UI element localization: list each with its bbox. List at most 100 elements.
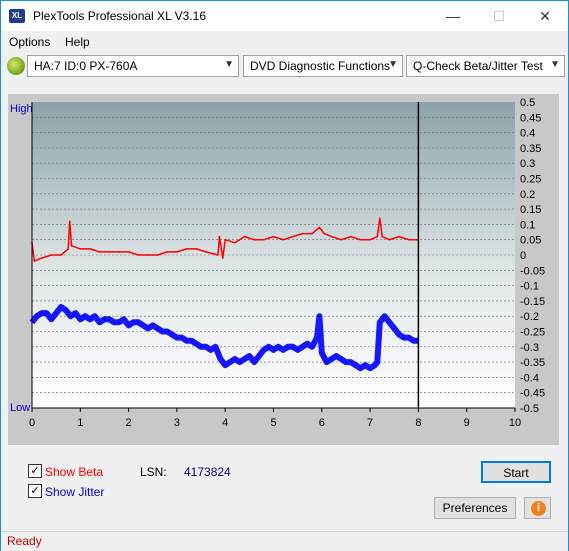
jitter-point bbox=[171, 333, 173, 336]
beta-point bbox=[272, 235, 275, 238]
status-bar: Ready bbox=[1, 531, 568, 551]
y-tick-label: -0.25 bbox=[520, 327, 545, 339]
beta-point bbox=[282, 238, 284, 241]
test-select[interactable]: Q-Check Beta/Jitter Test ▼ bbox=[406, 55, 565, 77]
maximize-button[interactable]: ☐ bbox=[476, 1, 522, 31]
show-jitter-checkbox[interactable]: ✓ bbox=[28, 484, 42, 498]
jitter-point bbox=[234, 358, 236, 360]
beta-point bbox=[166, 251, 169, 253]
beta-point bbox=[330, 235, 333, 238]
beta-point bbox=[176, 251, 178, 253]
jitter-point bbox=[272, 349, 275, 351]
jitter-point bbox=[301, 346, 304, 348]
jitter-point bbox=[60, 306, 62, 308]
beta-point bbox=[50, 254, 53, 256]
toolbar: HA:7 ID:0 PX-760A ▼ DVD Diagnostic Funct… bbox=[1, 53, 568, 79]
jitter-point bbox=[345, 361, 347, 363]
lsn-value: 4173824 bbox=[184, 465, 231, 479]
jitter-point bbox=[161, 330, 164, 333]
jitter-point bbox=[69, 315, 72, 317]
beta-point bbox=[376, 235, 379, 238]
test-select-value: Q-Check Beta/Jitter Test bbox=[413, 59, 543, 73]
beta-point bbox=[137, 254, 140, 256]
jitter-point bbox=[50, 318, 53, 321]
beta-point bbox=[388, 238, 391, 241]
function-select-value: DVD Diagnostic Functions bbox=[250, 59, 391, 73]
chart-panel: 0.5 0.45 0.4 0.35 0.3 0.25 0.2 0.15 0.1 0.05 0 -0.0… bbox=[8, 94, 559, 445]
jitter-point bbox=[151, 324, 154, 327]
menu-help[interactable]: Help bbox=[65, 35, 90, 49]
start-button[interactable]: Start bbox=[481, 461, 551, 483]
function-select[interactable]: DVD Diagnostic Functions ▼ bbox=[243, 55, 403, 77]
jitter-point bbox=[407, 336, 410, 339]
beta-point bbox=[292, 235, 294, 238]
jitter-point bbox=[147, 327, 149, 330]
jitter-point bbox=[267, 346, 270, 348]
jitter-point bbox=[263, 349, 265, 351]
beta-point bbox=[108, 251, 111, 253]
jitter-point bbox=[253, 361, 255, 363]
beta-point bbox=[33, 260, 36, 262]
y-tick-label: -0.1 bbox=[520, 281, 539, 293]
jitter-point bbox=[79, 318, 82, 321]
jitter-point bbox=[36, 315, 38, 317]
jitter-point bbox=[316, 336, 318, 339]
beta-point bbox=[323, 232, 326, 235]
x-tick-label: 4 bbox=[222, 417, 228, 429]
y-tick-label: -0.2 bbox=[520, 311, 539, 323]
y-tick-label: 0.1 bbox=[520, 219, 535, 231]
preferences-button[interactable]: Preferences bbox=[434, 497, 516, 519]
x-tick-label: 10 bbox=[509, 417, 521, 429]
beta-point bbox=[127, 251, 130, 253]
jitter-point bbox=[398, 333, 400, 336]
beta-point bbox=[218, 235, 221, 238]
menu-bar: Options Help bbox=[1, 32, 568, 52]
show-beta-label[interactable]: Show Beta bbox=[45, 465, 103, 479]
x-tick-label: 6 bbox=[319, 417, 325, 429]
jitter-point bbox=[306, 342, 309, 345]
close-button[interactable]: ✕ bbox=[522, 1, 568, 31]
beta-point bbox=[221, 257, 224, 259]
jitter-point bbox=[412, 339, 415, 342]
chevron-down-icon: ▼ bbox=[550, 59, 560, 70]
title-bar[interactable]: XL PlexTools Professional XL V3.16 — ☐ ✕ bbox=[1, 1, 568, 31]
show-beta-checkbox[interactable]: ✓ bbox=[28, 464, 42, 478]
info-icon: i bbox=[531, 501, 546, 516]
jitter-point bbox=[282, 349, 284, 351]
beta-point bbox=[369, 238, 371, 241]
jitter-point bbox=[238, 361, 241, 363]
menu-options[interactable]: Options bbox=[9, 35, 50, 49]
beta-point bbox=[253, 238, 255, 241]
jitter-point bbox=[195, 342, 198, 345]
y-tick-label: 0 bbox=[520, 250, 526, 262]
jitter-point bbox=[292, 346, 294, 348]
jitter-point bbox=[248, 355, 251, 357]
y-tick-label: -0.15 bbox=[520, 296, 545, 308]
beta-point bbox=[67, 248, 70, 250]
jitter-point bbox=[287, 346, 289, 348]
jitter-point bbox=[318, 315, 321, 317]
jitter-point bbox=[277, 346, 280, 348]
jitter-point bbox=[122, 318, 125, 321]
jitter-point bbox=[93, 315, 96, 317]
jitter-point bbox=[243, 358, 246, 360]
jitter-point bbox=[74, 312, 77, 314]
jitter-point bbox=[330, 358, 333, 360]
show-jitter-label[interactable]: Show Jitter bbox=[45, 485, 104, 499]
beta-point bbox=[224, 238, 226, 241]
jitter-point bbox=[374, 364, 376, 366]
beta-point bbox=[301, 232, 304, 235]
beta-point bbox=[234, 241, 236, 244]
info-button[interactable]: i bbox=[524, 497, 551, 519]
x-tick-label: 9 bbox=[464, 417, 470, 429]
jitter-point bbox=[376, 361, 379, 363]
minimize-button[interactable]: — bbox=[430, 1, 476, 31]
jitter-point bbox=[166, 330, 169, 333]
jitter-point bbox=[40, 312, 43, 314]
drive-select[interactable]: HA:7 ID:0 PX-760A ▼ bbox=[27, 55, 239, 77]
y-tick-label: 0.15 bbox=[520, 204, 541, 216]
x-tick-label: 5 bbox=[270, 417, 276, 429]
lsn-label: LSN: bbox=[140, 465, 167, 479]
jitter-point bbox=[45, 312, 48, 314]
beta-point bbox=[185, 248, 188, 250]
